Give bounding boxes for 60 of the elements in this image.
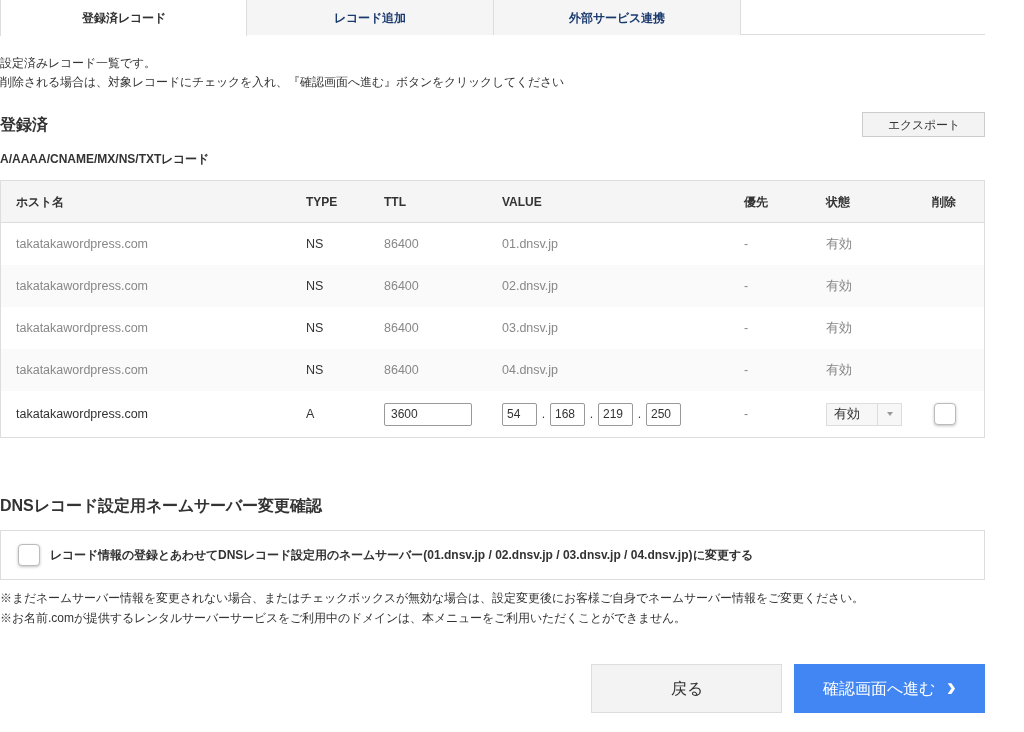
column-header: ホスト名: [16, 193, 65, 211]
ip-octet-input[interactable]: 250: [646, 402, 681, 426]
ip-octet-input[interactable]: 219: [598, 402, 633, 426]
export-button[interactable]: エクスポート: [862, 112, 985, 137]
table-cell-text: takatakawordpress.com: [16, 277, 149, 295]
tab[interactable]: 登録済レコード: [0, 0, 247, 36]
note-text: ※まだネームサーバー情報を変更されない場合、またはチェックボックスが無効な場合は、設定変更後にお客様ご自身でネームサーバー情報をご変更ください。: [0, 590, 865, 607]
table-cell-text: -: [744, 319, 750, 337]
back-button[interactable]: 戻る: [591, 664, 782, 713]
table-cell-text: -: [744, 235, 750, 253]
table-cell-text: 有効: [826, 277, 853, 295]
ip-octet-input[interactable]: 54: [502, 402, 537, 426]
tab[interactable]: 外部サービス連携: [494, 0, 741, 35]
table-cell-text: 03.dnsv.jp: [502, 319, 560, 337]
table-cell-text: NS: [306, 235, 325, 253]
intro-text: 削除される場合は、対象レコードにチェックを入れ、『確認画面へ進む』ボタンをクリックしてください: [0, 74, 565, 91]
table-cell-text: -: [744, 405, 750, 423]
delete-checkbox[interactable]: [934, 403, 956, 425]
table-cell-text: 86400: [384, 361, 420, 379]
table-cell-text: takatakawordpress.com: [16, 235, 149, 253]
table-cell-text: takatakawordpress.com: [16, 405, 149, 423]
ns-checkbox[interactable]: [18, 544, 40, 566]
table-cell-text: NS: [306, 277, 325, 295]
column-header: 削除: [932, 193, 956, 211]
column-header: TTL: [384, 193, 407, 211]
dot-separator: .: [588, 405, 595, 423]
table-cell-text: 有効: [826, 235, 853, 253]
table-cell-text: -: [744, 277, 750, 295]
table-cell-text: 86400: [384, 235, 420, 253]
table-cell-text: 86400: [384, 277, 420, 295]
table-cell-text: -: [744, 361, 750, 379]
record-types-label: A/AAAA/CNAME/MX/NS/TXTレコード: [0, 151, 211, 168]
next-button[interactable]: 確認画面へ進む ›: [794, 664, 985, 713]
caret-icon: [886, 412, 893, 416]
dot-separator: .: [636, 405, 643, 423]
table-cell-text: NS: [306, 319, 325, 337]
column-header: 状態: [826, 193, 851, 211]
ns-section-title: DNSレコード設定用ネームサーバー変更確認: [0, 496, 323, 516]
table-cell-text: A: [306, 405, 316, 423]
table-cell-text: takatakawordpress.com: [16, 361, 149, 379]
section-title: 登録済: [0, 114, 48, 135]
intro-text: 設定済みレコード一覧です。: [0, 55, 157, 72]
column-header: VALUE: [502, 193, 543, 211]
tab[interactable]: レコード追加: [247, 0, 494, 35]
ip-octet-input[interactable]: 168: [550, 402, 585, 426]
column-header: TYPE: [306, 193, 339, 211]
ttl-input[interactable]: 3600: [384, 402, 472, 426]
ns-checkbox-label: レコード情報の登録とあわせてDNSレコード設定用のネームサーバー(01.dnsv.jp / 02.dnsv.jp / 03.dnsv.jp / 04.dnsv.jp)に変更する: [50, 547, 753, 564]
status-select[interactable]: 有効: [826, 402, 902, 426]
table-cell-text: 有効: [826, 319, 853, 337]
table-cell-text: 04.dnsv.jp: [502, 361, 560, 379]
column-header: 優先: [744, 193, 769, 211]
table-cell-text: NS: [306, 361, 325, 379]
table-cell-text: 01.dnsv.jp: [502, 235, 560, 253]
dot-separator: .: [540, 405, 547, 423]
table-cell-text: takatakawordpress.com: [16, 319, 149, 337]
table-cell-text: 86400: [384, 319, 420, 337]
table-cell-text: 02.dnsv.jp: [502, 277, 560, 295]
table-cell-text: 有効: [826, 361, 853, 379]
note-text: ※お名前.comが提供するレンタルサーバーサービスをご利用中のドメインは、本メニューをご利用いただくことができません。: [0, 610, 687, 627]
